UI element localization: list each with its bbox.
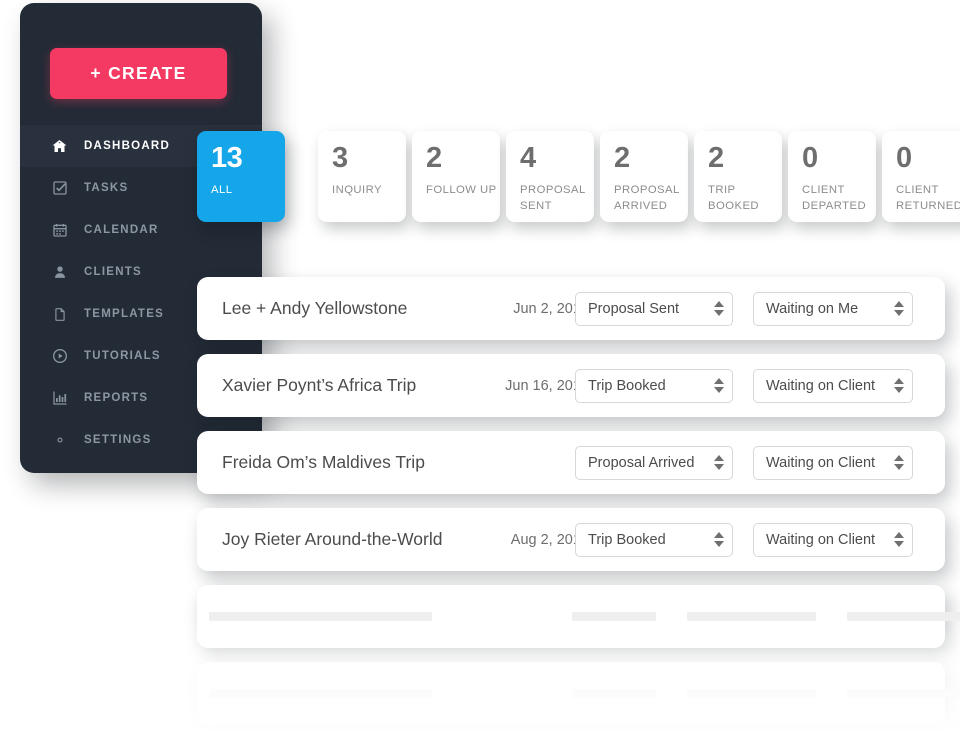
gear-icon — [49, 430, 70, 450]
stepper-arrows-icon — [713, 532, 724, 547]
stat-card-client-departed[interactable]: 0 CLIENT DEPARTED — [788, 131, 876, 222]
skeleton-bar — [687, 689, 816, 698]
skeleton-bar — [209, 689, 432, 698]
play-circle-icon — [49, 346, 70, 366]
document-icon — [49, 304, 70, 324]
status-select[interactable]: Waiting on Client — [753, 445, 913, 480]
table-row[interactable]: Xavier Poynt’s Africa Trip Jun 16, 2018 Tr… — [197, 354, 945, 417]
stepper-arrows-icon — [893, 532, 904, 547]
stat-label: TRIP BOOKED — [708, 184, 760, 213]
stat-card-inquiry[interactable]: 3 INQUIRY — [318, 131, 406, 222]
stat-count: 3 — [332, 142, 348, 174]
table-row[interactable]: Joy Rieter Around-the-World Aug 2, 2018 Tr… — [197, 508, 945, 571]
stat-label: ALL — [211, 184, 233, 196]
sidebar-item-label: CLIENTS — [84, 266, 142, 278]
skeleton-bar — [572, 612, 656, 621]
stat-label: FOLLOW UP — [426, 184, 497, 196]
skeleton-bar — [209, 612, 432, 621]
stage-select[interactable]: Proposal Arrived — [575, 445, 733, 480]
stage-select-value: Proposal Sent — [588, 300, 680, 317]
status-select-value: Waiting on Me — [766, 300, 859, 317]
stat-cards: 13 ALL 3 INQUIRY 2 FOLLOW UP 4 PROPOSAL SENT 2 PR… — [197, 131, 960, 222]
trip-list: Lee + Andy Yellowstone Jun 2, 2018 Proposa… — [197, 277, 960, 735]
stepper-arrows-icon — [893, 455, 904, 470]
status-select-value: Waiting on Client — [766, 377, 876, 394]
home-icon — [49, 136, 70, 156]
skeleton-bar — [847, 612, 960, 621]
stepper-arrows-icon — [713, 301, 724, 316]
stage-select-value: Trip Booked — [588, 531, 666, 548]
stat-card-follow-up[interactable]: 2 FOLLOW UP — [412, 131, 500, 222]
sidebar-item-label: SETTINGS — [84, 434, 152, 446]
stat-label: PROPOSAL ARRIVED — [614, 184, 680, 213]
stat-count: 2 — [614, 142, 630, 174]
status-select[interactable]: Waiting on Client — [753, 368, 913, 403]
stat-label: CLIENT DEPARTED — [802, 184, 867, 213]
calendar-icon — [49, 220, 70, 240]
stat-card-client-returned[interactable]: 0 CLIENT RETURNED — [882, 131, 960, 222]
skeleton-bar — [572, 689, 656, 698]
stat-card-proposal-arrived[interactable]: 2 PROPOSAL ARRIVED — [600, 131, 688, 222]
sidebar-item-label: DASHBOARD — [84, 140, 170, 152]
sidebar-item-label: REPORTS — [84, 392, 149, 404]
stat-count: 2 — [426, 142, 442, 174]
stepper-arrows-icon — [893, 378, 904, 393]
stat-card-trip-booked[interactable]: 2 TRIP BOOKED — [694, 131, 782, 222]
stat-label: PROPOSAL SENT — [520, 184, 586, 213]
skeleton-bar — [847, 689, 960, 698]
sidebar-item-label: CALENDAR — [84, 224, 159, 236]
trip-title: Freida Om’s Maldives Trip — [222, 452, 425, 472]
sidebar-item-label: TUTORIALS — [84, 350, 161, 362]
stat-card-all[interactable]: 13 ALL — [197, 131, 285, 222]
stat-count: 0 — [802, 142, 818, 174]
stat-label: INQUIRY — [332, 184, 383, 196]
stage-select[interactable]: Proposal Sent — [575, 291, 733, 326]
status-select-value: Waiting on Client — [766, 531, 876, 548]
sidebar-item-label: TASKS — [84, 182, 129, 194]
status-select[interactable]: Waiting on Me — [753, 291, 913, 326]
trip-date: Aug 2, 2018 — [510, 531, 589, 548]
stat-label: CLIENT RETURNED — [896, 184, 960, 213]
checkbox-icon — [49, 178, 70, 198]
dashboard-app: + CREATE DASHBOARD TASKS CALENDAR CLIENTS TE… — [0, 0, 960, 735]
person-icon — [49, 262, 70, 282]
stepper-arrows-icon — [713, 455, 724, 470]
stepper-arrows-icon — [893, 301, 904, 316]
stepper-arrows-icon — [713, 378, 724, 393]
sidebar-item-label: TEMPLATES — [84, 308, 165, 320]
stage-select-value: Proposal Arrived — [588, 454, 695, 471]
table-row[interactable]: Lee + Andy Yellowstone Jun 2, 2018 Proposa… — [197, 277, 945, 340]
stat-count: 0 — [896, 142, 912, 174]
create-button[interactable]: + CREATE — [50, 48, 227, 99]
skeleton-bar — [687, 612, 816, 621]
bar-chart-icon — [49, 388, 70, 408]
stage-select[interactable]: Trip Booked — [575, 368, 733, 403]
trip-date: Jun 16, 2018 — [505, 377, 589, 394]
stage-select-value: Trip Booked — [588, 377, 666, 394]
skeleton-row — [197, 662, 960, 725]
skeleton-row — [197, 585, 960, 648]
stat-card-proposal-sent[interactable]: 4 PROPOSAL SENT — [506, 131, 594, 222]
stat-count: 13 — [211, 142, 243, 174]
table-row[interactable]: Freida Om’s Maldives Trip Proposal Arrive… — [197, 431, 945, 494]
trip-date: Jun 2, 2018 — [513, 300, 589, 317]
stage-select[interactable]: Trip Booked — [575, 522, 733, 557]
status-select[interactable]: Waiting on Client — [753, 522, 913, 557]
status-select-value: Waiting on Client — [766, 454, 876, 471]
stat-count: 2 — [708, 142, 724, 174]
stat-count: 4 — [520, 142, 536, 174]
